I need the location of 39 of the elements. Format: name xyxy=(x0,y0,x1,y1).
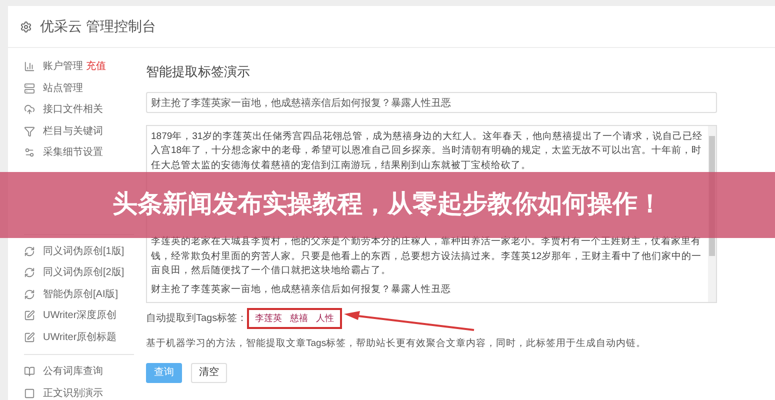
gear-icon xyxy=(20,20,32,32)
sidebar-item[interactable]: 站点管理 xyxy=(43,80,83,96)
refresh-icon xyxy=(24,246,35,257)
refresh-icon xyxy=(24,267,35,278)
sidebar-item[interactable]: 账户管理 xyxy=(43,59,83,74)
bar-chart-icon xyxy=(24,61,35,72)
action-button[interactable]: 清空 xyxy=(191,362,227,383)
cloud-upload-icon xyxy=(24,104,35,116)
description: 基于机器学习的方法，智能提取文章Tags标签，帮助站长更有效聚合文章内容，同时，此标签用于生成自动内链。 xyxy=(146,336,648,350)
content-paragraph: 财主抢了李莲英家一亩地，他成慈禧亲信后如何报复？暴露人性丑恶 xyxy=(151,282,452,296)
filter-icon xyxy=(24,126,35,137)
server-icon xyxy=(24,82,35,94)
sidebar-item[interactable]: 正文识别演示 xyxy=(43,386,103,400)
sidebar-item[interactable]: 接口文件相关 xyxy=(43,102,103,118)
content-paragraph: 李莲英的老家在大城县李贾村，他的父亲是个勤劳本分的庄稼人，靠种田养活一家老小。李贾村有一个王姓财主，仗着家里有钱，经常欺负村里面的穷苦人家。只要是他看上的东西，总要想方设法搞过来。李莲英12岁那年，王财主看中了他们家中的一亩良田，然后随便找了一个借口就把这块地给霸占了。 xyxy=(151,235,703,278)
page-heading: 智能提取标签演示 xyxy=(146,63,251,81)
content-paragraph: 1879年，31岁的李莲英出任储秀宫四品花翎总管，成为慈禧身边的大红人。这年春天，他向慈禧提出了一个请求，说自己已经入宫18年了，十分想念家中的老母，希望可以恩准自己回乡探亲。当时清朝有明确的规定，太监无故不可以出宫。十年前，时任大总管太监的安德海仗着慈禧的宠信到江南游玩，结果刚到山东就被丁宝桢给砍了。 xyxy=(151,130,704,172)
recharge-link[interactable]: 充值 xyxy=(86,59,106,74)
sliders-icon xyxy=(24,147,35,158)
sidebar-item[interactable]: 智能伪原创[AI版] xyxy=(43,286,118,302)
sidebar-item[interactable]: 采集细节设置 xyxy=(43,145,103,160)
sidebar-item[interactable]: 栏目与关键词 xyxy=(43,124,103,139)
sidebar-item[interactable]: 同义词伪原创[1版] xyxy=(43,244,124,259)
banner-text: 头条新闻发布实操教程，从零起步教你如何操作！ xyxy=(112,189,662,220)
tag: 人性 xyxy=(316,312,334,326)
app-title: 优采云 管理控制台 xyxy=(40,17,156,36)
book-icon xyxy=(24,366,35,378)
tags-label: 自动提取到Tags标签： xyxy=(146,312,248,326)
title-input[interactable]: 财主抢了李莲英家一亩地，他成慈禧亲信后如何报复？暴露人性丑恶 xyxy=(146,92,717,113)
refresh-icon xyxy=(24,288,35,300)
tag: 李莲英 xyxy=(255,312,282,326)
sidebar-item[interactable]: 公有词库查询 xyxy=(43,364,103,380)
sidebar-item[interactable]: 同义词伪原创[2版] xyxy=(43,265,124,280)
square-icon xyxy=(24,388,35,399)
edit-icon xyxy=(24,332,35,343)
tag: 慈禧 xyxy=(290,312,308,326)
sidebar-item[interactable]: UWriter深度原创 xyxy=(43,308,117,324)
edit-icon xyxy=(24,310,35,322)
sidebar-item[interactable]: UWriter原创标题 xyxy=(43,330,117,345)
